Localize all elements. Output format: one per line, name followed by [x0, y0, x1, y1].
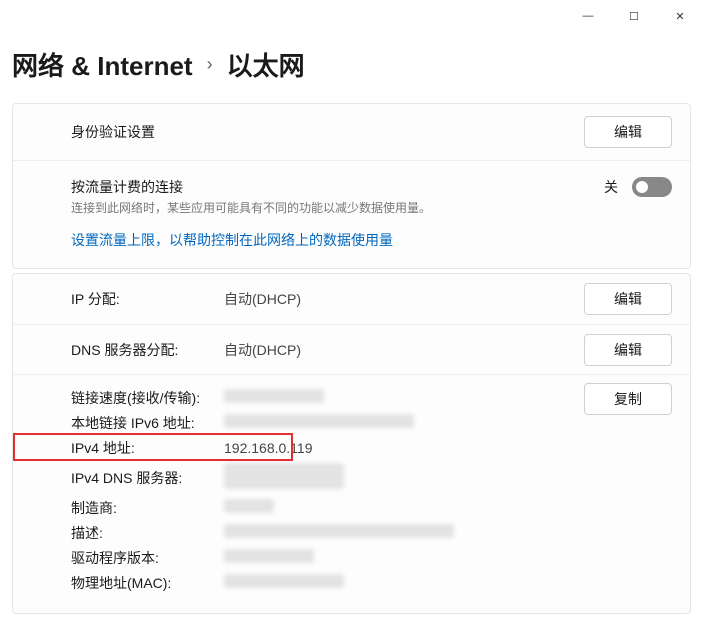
driver-version-value	[224, 549, 314, 566]
copy-button[interactable]: 复制	[584, 383, 672, 415]
row-link-speed: 链接速度(接收/传输):	[71, 385, 672, 410]
network-info-section: 复制 链接速度(接收/传输): 本地链接 IPv6 地址: IPv4 地址: 1…	[13, 374, 690, 613]
row-description: 描述:	[71, 520, 672, 545]
breadcrumb-root[interactable]: 网络 & Internet	[12, 46, 193, 83]
window-controls: — ☐ ✕	[0, 0, 703, 32]
metered-desc: 连接到此网络时，某些应用可能具有不同的功能以减少数据使用量。	[71, 199, 604, 216]
mac-value	[224, 574, 344, 591]
row-driver-version: 驱动程序版本:	[71, 545, 672, 570]
dns-value: 自动(DHCP)	[224, 340, 584, 360]
card-auth-metered: 身份验证设置 编辑 按流量计费的连接 连接到此网络时，某些应用可能具有不同的功能…	[12, 103, 691, 269]
row-metered: 按流量计费的连接 连接到此网络时，某些应用可能具有不同的功能以减少数据使用量。 …	[13, 161, 690, 216]
row-ipv4-address: IPv4 地址: 192.168.0.119	[71, 435, 672, 460]
link-speed-label: 链接速度(接收/传输):	[71, 388, 224, 408]
edit-dns-button[interactable]: 编辑	[584, 334, 672, 366]
metered-toggle-label: 关	[604, 177, 618, 197]
manufacturer-label: 制造商:	[71, 498, 224, 518]
row-local-ipv6: 本地链接 IPv6 地址:	[71, 410, 672, 435]
maximize-button[interactable]: ☐	[611, 0, 657, 32]
edit-auth-button[interactable]: 编辑	[584, 116, 672, 148]
data-limit-link[interactable]: 设置流量上限，以帮助控制在此网络上的数据使用量	[13, 216, 690, 268]
row-ipv4-dns: IPv4 DNS 服务器:	[71, 460, 672, 495]
description-value	[224, 524, 454, 541]
row-mac: 物理地址(MAC):	[71, 570, 672, 595]
close-button[interactable]: ✕	[657, 0, 703, 32]
description-label: 描述:	[71, 523, 224, 543]
ipv4-dns-value	[224, 463, 344, 492]
dns-label: DNS 服务器分配:	[71, 340, 224, 360]
link-speed-value	[224, 389, 324, 406]
row-manufacturer: 制造商:	[71, 495, 672, 520]
ipv4-dns-label: IPv4 DNS 服务器:	[71, 468, 224, 488]
auth-title: 身份验证设置	[71, 122, 584, 142]
chevron-right-icon: ›	[207, 54, 213, 75]
mac-label: 物理地址(MAC):	[71, 573, 224, 593]
breadcrumb: 网络 & Internet › 以太网	[0, 32, 703, 103]
breadcrumb-current: 以太网	[227, 46, 305, 83]
minimize-button[interactable]: —	[565, 0, 611, 32]
metered-toggle[interactable]	[632, 177, 672, 197]
manufacturer-value	[224, 499, 274, 516]
ipv4-addr-label: IPv4 地址:	[71, 438, 224, 458]
toggle-knob	[636, 181, 648, 193]
driver-version-label: 驱动程序版本:	[71, 548, 224, 568]
metered-title: 按流量计费的连接	[71, 177, 604, 197]
ipv4-addr-value: 192.168.0.119	[224, 440, 313, 456]
local-ipv6-label: 本地链接 IPv6 地址:	[71, 413, 224, 433]
row-dns-assignment: DNS 服务器分配: 自动(DHCP) 编辑	[13, 324, 690, 374]
local-ipv6-value	[224, 414, 414, 431]
ip-label: IP 分配:	[71, 289, 224, 309]
ip-value: 自动(DHCP)	[224, 289, 584, 309]
row-ip-assignment: IP 分配: 自动(DHCP) 编辑	[13, 274, 690, 324]
row-authentication: 身份验证设置 编辑	[13, 104, 690, 161]
edit-ip-button[interactable]: 编辑	[584, 283, 672, 315]
card-ip-dns-info: IP 分配: 自动(DHCP) 编辑 DNS 服务器分配: 自动(DHCP) 编…	[12, 273, 691, 614]
